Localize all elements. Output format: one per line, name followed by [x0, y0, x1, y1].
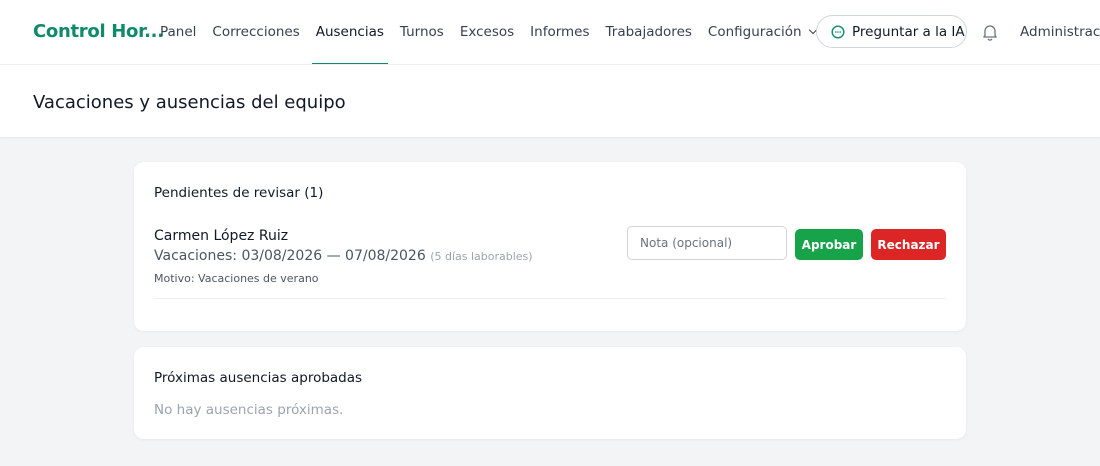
- approve-button[interactable]: Aprobar: [795, 229, 863, 260]
- employee-name: Carmen López Ruiz: [154, 228, 289, 244]
- upcoming-absences-card: Próximas ausencias aprobadas No hay ause…: [134, 347, 966, 439]
- request-reason: Motivo: Vacaciones de verano: [154, 272, 319, 285]
- nav-menu: Panel Correcciones Ausencias Turnos Exce…: [160, 0, 832, 64]
- page-title: Vacaciones y ausencias del equipo: [33, 92, 346, 113]
- nav-item-configuracion-label: Configuración: [707, 24, 802, 40]
- brand-logo[interactable]: Control Hor...: [33, 21, 164, 42]
- pending-requests-title: Pendientes de revisar (1): [154, 185, 324, 201]
- divider: [154, 298, 946, 299]
- nav-item-panel[interactable]: Panel: [160, 0, 196, 64]
- user-menu[interactable]: Administraci: [1020, 24, 1100, 40]
- reject-button[interactable]: Rechazar: [871, 229, 946, 260]
- pending-requests-card: Pendientes de revisar (1) Carmen López R…: [134, 162, 966, 331]
- chat-icon: [831, 24, 845, 39]
- nav-item-informes[interactable]: Informes: [530, 0, 589, 64]
- bell-icon[interactable]: [982, 23, 998, 41]
- page-header: Vacaciones y ausencias del equipo: [0, 65, 1100, 137]
- nav-item-correcciones[interactable]: Correcciones: [212, 0, 299, 64]
- top-navigation: Control Hor... Panel Correcciones Ausenc…: [0, 0, 1100, 65]
- empty-state-text: No hay ausencias próximas.: [154, 402, 344, 418]
- request-working-days: (5 días laborables): [430, 250, 533, 263]
- note-input[interactable]: [627, 226, 787, 260]
- nav-item-turnos[interactable]: Turnos: [400, 0, 444, 64]
- nav-item-ausencias[interactable]: Ausencias: [311, 0, 389, 64]
- upcoming-absences-title: Próximas ausencias aprobadas: [154, 370, 363, 386]
- ask-ai-label: Preguntar a la IA: [852, 23, 965, 40]
- ask-ai-button[interactable]: Preguntar a la IA: [816, 15, 967, 48]
- nav-item-configuracion[interactable]: Configuración: [707, 0, 817, 64]
- nav-item-excesos[interactable]: Excesos: [460, 0, 514, 64]
- request-date-range: Vacaciones: 03/08/2026 — 07/08/2026: [154, 248, 426, 264]
- request-dates: Vacaciones: 03/08/2026 — 07/08/2026 (5 d…: [154, 248, 533, 264]
- nav-item-trabajadores[interactable]: Trabajadores: [606, 0, 692, 64]
